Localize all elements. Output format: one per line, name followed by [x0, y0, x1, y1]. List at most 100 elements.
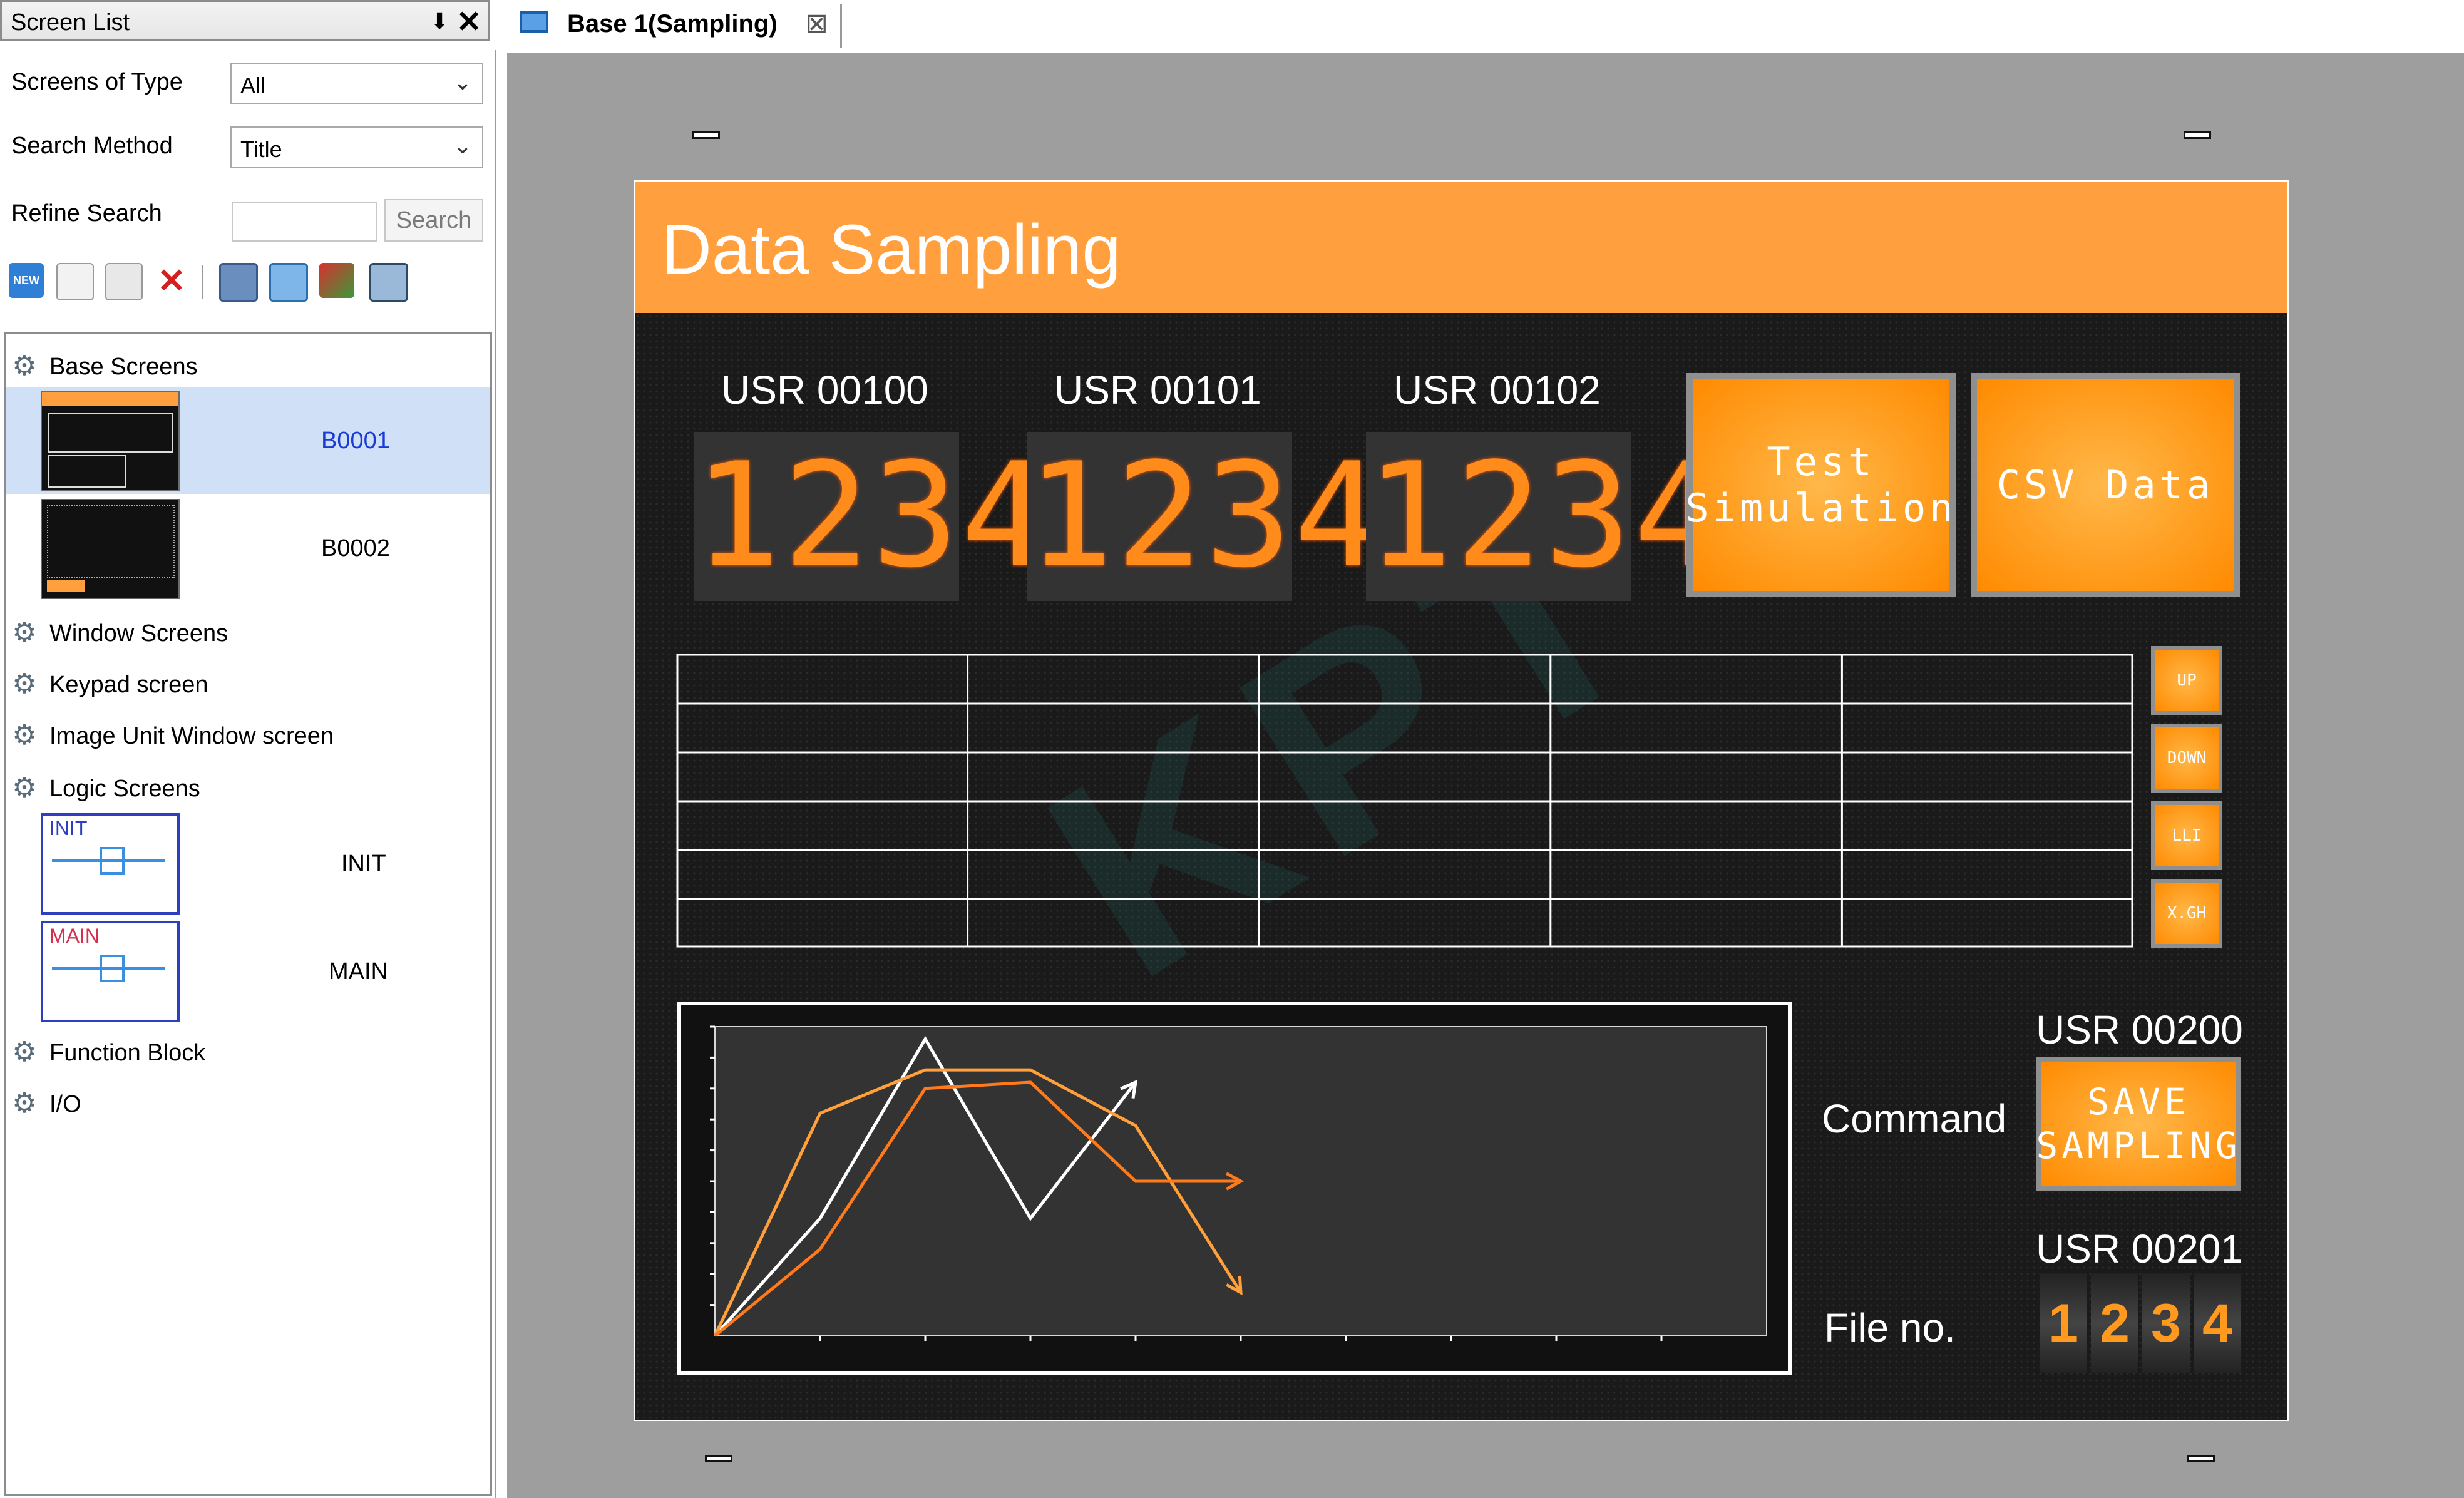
search-method-select[interactable]: Title ⌄: [230, 126, 483, 168]
tab-close-icon[interactable]: ⊠: [805, 8, 828, 39]
test-simulation-button[interactable]: Test Simulation: [1685, 373, 1957, 597]
tree-label: Keypad screen: [49, 672, 208, 698]
screen-item-label: B0002: [321, 535, 390, 562]
trend-graph[interactable]: [677, 1002, 1792, 1375]
resize-handle-top-right[interactable]: [2184, 131, 2211, 139]
numeric-display-usr00100[interactable]: 1234: [694, 432, 1048, 601]
refine-search-input[interactable]: [232, 202, 377, 242]
chevron-down-icon: ⌄: [453, 69, 472, 95]
screen-tree: ⚙ Base Screens B0001 B0002 ⚙ Window Scre…: [4, 332, 492, 1496]
logic-tag: INIT: [49, 817, 88, 839]
tree-node-io[interactable]: ⚙ I/O: [6, 1080, 490, 1124]
screens-of-type-select[interactable]: All ⌄: [230, 63, 483, 104]
gear-icon: ⚙: [12, 720, 37, 751]
screen-item-label: B0001: [321, 428, 390, 454]
usr-label: USR 00101: [1054, 367, 1261, 413]
usr-label: USR 00100: [721, 367, 928, 413]
trend-graph-plot: [710, 1025, 1767, 1341]
search-button[interactable]: Search: [384, 199, 483, 242]
delete-icon[interactable]: ✕: [154, 262, 189, 300]
screen-thumbnail: [41, 499, 180, 599]
pin-icon[interactable]: ⬇: [430, 8, 449, 34]
editor-tab-strip: Base 1(Sampling) ⊠: [495, 0, 2464, 50]
resize-handle-bottom-left[interactable]: [705, 1455, 732, 1462]
refine-search-label: Refine Search: [11, 200, 162, 227]
save-sampling-button[interactable]: SAVE SAMPLING: [2036, 1057, 2241, 1191]
test-button-line2: Simulation: [1685, 485, 1957, 531]
resize-handle-top-left[interactable]: [692, 131, 720, 139]
xgh-button[interactable]: X.GH: [2151, 879, 2222, 948]
numeric-display-usr00101[interactable]: 1234: [1027, 432, 1381, 601]
tab-title: Base 1(Sampling): [567, 10, 778, 38]
usr-label: USR 00200: [2036, 1007, 2243, 1052]
csv-button-label: CSV Data: [1996, 462, 2214, 508]
screen-properties-icon[interactable]: [219, 263, 258, 302]
gear-icon: ⚙: [12, 1088, 37, 1119]
screen-item-b0002[interactable]: B0002: [6, 495, 490, 602]
tab-base-1-sampling[interactable]: Base 1(Sampling) ⊠: [507, 0, 1321, 50]
counter-digit: 2: [2091, 1273, 2138, 1373]
file-no-label: File no.: [1824, 1305, 1956, 1350]
copy-icon[interactable]: [56, 263, 94, 300]
panel-titlebar: Screen List ⬇ ✕: [0, 0, 490, 41]
cross-reference-icon[interactable]: [319, 263, 354, 298]
tree-label: Window Screens: [49, 620, 228, 647]
screen-item-b0001[interactable]: B0001: [6, 387, 490, 494]
csv-data-button[interactable]: CSV Data: [1971, 373, 2240, 597]
screen-thumbnail: [41, 391, 180, 491]
screen-item-main[interactable]: MAIN MAIN: [6, 918, 490, 1025]
gear-icon: ⚙: [12, 669, 37, 699]
hmi-header: Data Sampling: [635, 182, 2287, 313]
gear-icon: ⚙: [12, 351, 37, 381]
new-screen-icon[interactable]: NEW: [9, 263, 44, 298]
data-table[interactable]: [676, 654, 2133, 948]
tree-label: Base Screens: [49, 354, 198, 380]
counter-digit: 4: [2194, 1273, 2241, 1373]
panel-title: Screen List: [11, 9, 130, 36]
file-number-counter[interactable]: 1 2 3 4: [2040, 1273, 2246, 1373]
toolbar-divider: [202, 265, 203, 299]
tree-node-keypad-screen[interactable]: ⚙ Keypad screen: [6, 660, 490, 704]
counter-digit: 1: [2040, 1273, 2087, 1373]
paste-icon[interactable]: [105, 263, 143, 300]
hmi-screen[interactable]: KPT Data Sampling USR 00100 1234 USR 001…: [634, 180, 2289, 1421]
resize-handle-bottom-right[interactable]: [2187, 1455, 2215, 1462]
logic-thumbnail: MAIN: [41, 921, 180, 1022]
search-method-label: Search Method: [11, 133, 173, 159]
screen-item-init[interactable]: INIT INIT: [6, 811, 490, 917]
tree-node-window-screens[interactable]: ⚙ Window Screens: [6, 609, 490, 653]
screen-item-label: INIT: [341, 851, 386, 877]
logic-thumbnail: INIT: [41, 813, 180, 915]
tab-separator: [840, 4, 842, 48]
close-icon[interactable]: ✕: [456, 4, 481, 39]
screen-item-label: MAIN: [329, 958, 388, 985]
screen-icon: [520, 11, 548, 33]
gear-icon: ⚙: [12, 772, 37, 803]
screens-of-type-label: Screens of Type: [11, 69, 183, 95]
tree-label: Function Block: [49, 1040, 206, 1066]
command-label: Command: [1822, 1096, 2007, 1141]
lli-button[interactable]: LLI: [2151, 801, 2222, 870]
numeric-display-usr00102[interactable]: 1234: [1366, 432, 1720, 601]
chevron-down-icon: ⌄: [453, 133, 472, 158]
tree-node-function-block[interactable]: ⚙ Function Block: [6, 1029, 490, 1072]
tree-node-logic-screens[interactable]: ⚙ Logic Screens: [6, 764, 490, 808]
counter-digit: 3: [2142, 1273, 2190, 1373]
usr-label: USR 00102: [1394, 367, 1601, 413]
gear-icon: ⚙: [12, 1037, 37, 1067]
tree-node-image-unit-window-screen[interactable]: ⚙ Image Unit Window screen: [6, 712, 490, 756]
window-screens-icon[interactable]: [269, 263, 308, 302]
gear-icon: ⚙: [12, 617, 37, 648]
screens-of-type-value: All: [240, 73, 266, 98]
screen-import-icon[interactable]: [369, 263, 408, 302]
logic-tag: MAIN: [49, 925, 100, 947]
tree-label: Image Unit Window screen: [49, 723, 334, 749]
search-method-value: Title: [240, 136, 282, 162]
save-line2: SAMPLING: [2036, 1124, 2241, 1167]
tree-label: I/O: [49, 1091, 81, 1117]
save-line1: SAVE: [2087, 1080, 2190, 1123]
up-button[interactable]: UP: [2151, 646, 2222, 715]
down-button[interactable]: DOWN: [2151, 724, 2222, 793]
screen-list-panel: Screen List ⬇ ✕ Screens of Type All ⌄ Se…: [0, 0, 496, 1498]
tree-node-base-screens[interactable]: ⚙ Base Screens: [6, 342, 490, 386]
